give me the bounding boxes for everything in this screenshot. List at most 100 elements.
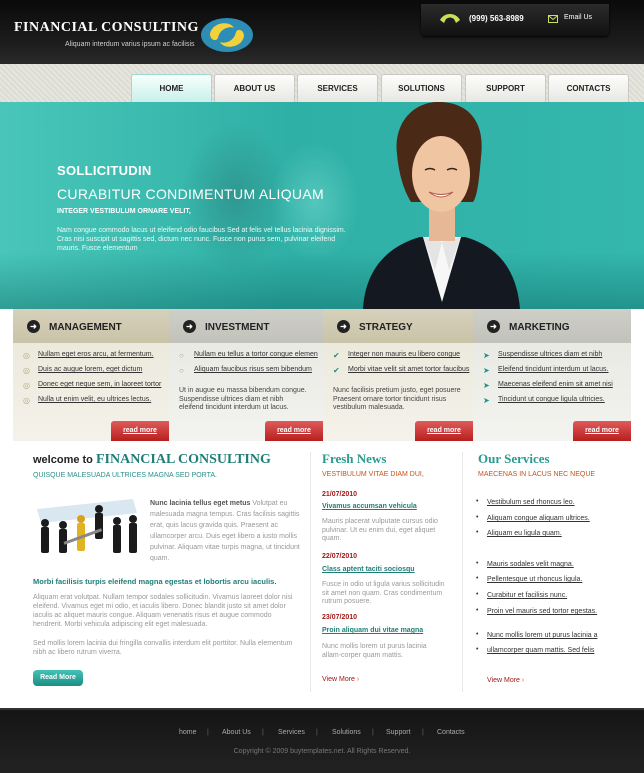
footer-link-solutions[interactable]: Solutions [332,729,361,736]
hero-text: Nam congue commodo lacus ut eleifend odi… [57,227,346,252]
tab-solutions[interactable]: SOLUTIONS [381,74,462,102]
news-date: 23/07/2010 [322,614,358,621]
features-row: ➜ MANAGEMENT ◎ Nullam eget eros arcu, at f… [13,309,631,441]
bullet-icon: • [476,560,479,567]
bullet-icon: • [476,575,479,582]
service-item[interactable]: • ullamcorper quam mattis. Sed felis [476,646,594,654]
radio-bullet-icon: ○ [179,366,184,375]
feature-investment: ➜ INVESTMENT ○ Nullam eu tellus a tortor c… [169,309,323,441]
footer-link-home[interactable]: home [179,729,197,736]
hero-tagline: INTEGER VESTIBULUM ORNARE VELIT, [57,208,191,215]
news-title: Fresh News [322,451,387,466]
service-item[interactable]: • Pellentesque ut rhoncus ligula. [476,575,582,583]
business-team-image [33,495,141,557]
list-item[interactable]: ➤ Eleifend tincidunt interdum ut lacus. [483,366,613,381]
list-item[interactable]: ➤ Suspendisse ultrices diam et nibh [483,351,613,366]
logo-title[interactable]: FINANCIAL CONSULTING [14,20,199,36]
service-item[interactable]: • Aliquam congue aliquam ultrices. [476,514,590,522]
service-item[interactable]: • Curabitur et facilisis nunc. [476,591,567,599]
circle-bullet-icon: ◎ [23,381,30,390]
tab-about-us[interactable]: ABOUT US [214,74,295,102]
arrow-right-icon: ➜ [337,320,350,333]
service-item[interactable]: • Aliquam eu ligula quam. [476,529,562,537]
welcome-mid-title: Morbi facilisis turpis eleifend magna eg… [33,577,277,586]
feature-description: Ut in augue eu massa bibendum congue. Su… [179,387,307,411]
tab-services[interactable]: SERVICES [297,74,378,102]
check-icon: ✔ [333,366,340,375]
news-date: 21/07/2010 [322,491,358,498]
news-link[interactable]: Class aptent taciti sociosqu [322,566,415,573]
footer-link-about-us[interactable]: About Us [222,729,251,736]
read-more-button[interactable]: Read More [33,670,83,686]
bullet-icon: • [476,591,479,598]
hero-subtitle: CURABITUR CONDIMENTUM ALIQUAM [57,186,324,202]
contact-box: (999) 563-8989 Email Us [421,4,609,36]
email-us-link[interactable]: Email Us [564,14,592,21]
service-item[interactable]: • Mauris sodales velit magna. [476,560,574,568]
tab-support[interactable]: SUPPORT [465,74,546,102]
footer-link-services[interactable]: Services [278,729,305,736]
read-more-button[interactable]: read more [265,421,323,441]
arrow-right-icon: ➜ [183,320,196,333]
news-link[interactable]: Proin aliquam dui vitae magna [322,627,423,634]
services-title: Our Services [478,451,550,466]
read-more-button[interactable]: read more [573,421,631,441]
circle-bullet-icon: ◎ [23,366,30,375]
bullet-icon: • [476,514,479,521]
service-item[interactable]: • Vestibulum sed rhoncus leo. [476,498,575,506]
arrow-right-icon: › [356,676,360,683]
list-item[interactable]: ➤ Maecenas eleifend enim sit amet nisi [483,381,613,396]
list-item[interactable]: ◎ Nulla ut enim velit, eu ultrices lectus… [23,396,161,411]
tab-contacts[interactable]: CONTACTS [548,74,629,102]
radio-bullet-icon: ○ [179,351,184,360]
circle-bullet-icon: ◎ [23,396,30,405]
view-more-link[interactable]: View More › [322,676,359,683]
arrow-right-icon: › [521,677,525,684]
feature-title: MARKETING [509,322,570,333]
copyright: Copyright © 2009 buytemplates.net. All R… [233,748,411,755]
feature-title: STRATEGY [359,322,413,333]
welcome-paragraph: Aliquam erat volutpat. Nullam tempor sod… [33,594,293,628]
service-item[interactable]: • Nunc mollis lorem ut purus lacinia a [476,631,598,639]
list-item[interactable]: ◎ Donec eget neque sem, in laoreet tortor [23,381,161,396]
arrow-bullet-icon: ➤ [483,381,490,390]
read-more-button[interactable]: read more [111,421,169,441]
bullet-icon: • [476,498,479,505]
bullet-icon: • [476,529,479,536]
welcome-heading: welcome to FINANCIAL CONSULTING [33,452,271,467]
list-item[interactable]: ○ Aliquam faucibus risus sem bibendum [179,366,318,381]
feature-strategy: ➜ STRATEGY ✔ Integer non mauris eu libero … [323,309,473,441]
arrow-bullet-icon: ➤ [483,366,490,375]
email-icon [548,15,558,23]
welcome-lead: Nunc lacinia tellus eget metus Volutpat … [150,500,300,562]
news-text: Mauris placerat vulputate cursus odio pu… [322,518,438,542]
feature-title: MANAGEMENT [49,322,122,333]
bullet-icon: • [476,631,479,638]
list-item[interactable]: ◎ Nullam eget eros arcu, at fermentum. [23,351,161,366]
feature-title: INVESTMENT [205,322,270,333]
feature-description: Nunc facilisis pretium justo, eget posue… [333,387,461,411]
list-item[interactable]: ○ Nullam eu tellus a tortor congue elemen [179,351,318,366]
news-subtitle: VESTIBULUM VITAE DIAM DUI, [322,471,424,478]
footer: home | About Us | Services | Solutions |… [0,708,644,773]
list-item[interactable]: ➤ Tincidunt ut congue ligula ultricies. [483,396,613,411]
header: FINANCIAL CONSULTING Aliquam interdum va… [0,0,644,64]
arrow-right-icon: ➜ [27,320,40,333]
list-item[interactable]: ✔ Morbi vitae velit sit amet tortor fauci… [333,366,469,381]
view-more-link[interactable]: View More › [487,677,524,684]
welcome-paragraph: Sed mollis lorem lacinia dui fringilla c… [33,640,293,656]
service-item[interactable]: • Proin vel mauris sed tortor egestas. [476,607,597,615]
list-item[interactable]: ✔ Integer non mauris eu libero congue [333,351,469,366]
read-more-button[interactable]: read more [415,421,473,441]
list-item[interactable]: ◎ Duis ac augue lorem, eget dictum [23,366,161,381]
tab-home[interactable]: HOME [131,74,212,102]
news-text: Fusce in odio ut ligula varius sollicitu… [322,581,445,605]
news-link[interactable]: Vivamus accumsan vehicula [322,503,417,510]
arrow-right-icon: ➜ [487,320,500,333]
circle-bullet-icon: ◎ [23,351,30,360]
arrow-bullet-icon: ➤ [483,396,490,405]
footer-link-contacts[interactable]: Contacts [437,729,465,736]
feature-marketing: ➜ MARKETING ➤ Suspendisse ultrices diam et… [473,309,631,441]
footer-link-support[interactable]: Support [386,729,411,736]
logo-icon[interactable] [200,16,254,54]
